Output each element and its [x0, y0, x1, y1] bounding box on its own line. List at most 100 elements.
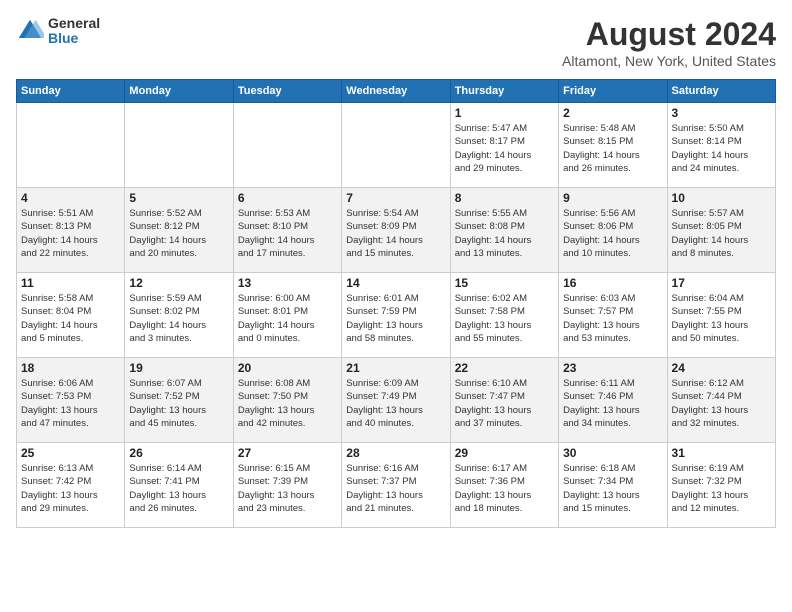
calendar-header: SundayMondayTuesdayWednesdayThursdayFrid…: [17, 80, 776, 103]
day-number: 12: [129, 276, 228, 290]
weekday-header-tuesday: Tuesday: [233, 80, 341, 103]
calendar-cell: 2Sunrise: 5:48 AM Sunset: 8:15 PM Daylig…: [559, 103, 667, 188]
calendar-cell: 17Sunrise: 6:04 AM Sunset: 7:55 PM Dayli…: [667, 273, 775, 358]
day-number: 19: [129, 361, 228, 375]
day-info: Sunrise: 6:11 AM Sunset: 7:46 PM Dayligh…: [563, 377, 662, 430]
day-number: 8: [455, 191, 554, 205]
logo-text: General Blue: [48, 16, 100, 47]
page-header: General Blue August 2024 Altamont, New Y…: [16, 16, 776, 69]
calendar-cell: 3 Sunrise: 5:50 AM Sunset: 8:14 PM Daylig…: [667, 103, 775, 188]
day-number: 16: [563, 276, 662, 290]
day-number: 6: [238, 191, 337, 205]
day-info: Sunrise: 5:48 AM Sunset: 8:15 PM Dayligh…: [563, 122, 662, 175]
day-info: Sunrise: 6:19 AM Sunset: 7:32 PM Dayligh…: [672, 462, 771, 515]
day-info: Sunrise: 5:57 AM Sunset: 8:05 PM Dayligh…: [672, 207, 771, 260]
day-number: 10: [672, 191, 771, 205]
calendar-cell: [17, 103, 125, 188]
day-info: Sunrise: 6:14 AM Sunset: 7:41 PM Dayligh…: [129, 462, 228, 515]
day-info: Sunrise: 6:01 AM Sunset: 7:59 PM Dayligh…: [346, 292, 445, 345]
calendar-cell: 30Sunrise: 6:18 AM Sunset: 7:34 PM Dayli…: [559, 443, 667, 528]
day-info: Sunrise: 6:06 AM Sunset: 7:53 PM Dayligh…: [21, 377, 120, 430]
week-row-4: 18 Sunrise: 6:06 AM Sunset: 7:53 PM Dayli…: [17, 358, 776, 443]
weekday-header-row: SundayMondayTuesdayWednesdayThursdayFrid…: [17, 80, 776, 103]
day-info: Sunrise: 5:53 AM Sunset: 8:10 PM Dayligh…: [238, 207, 337, 260]
calendar-cell: 10 Sunrise: 5:57 AM Sunset: 8:05 PM Dayli…: [667, 188, 775, 273]
day-number: 30: [563, 446, 662, 460]
calendar-cell: [125, 103, 233, 188]
day-info: Sunrise: 5:58 AM Sunset: 8:04 PM Dayligh…: [21, 292, 120, 345]
calendar-cell: 19 Sunrise: 6:07 AM Sunset: 7:52 PM Dayli…: [125, 358, 233, 443]
day-number: 20: [238, 361, 337, 375]
calendar-cell: 29 Sunrise: 6:17 AM Sunset: 7:36 PM Dayli…: [450, 443, 558, 528]
week-row-1: 1 Sunrise: 5:47 AM Sunset: 8:17 PM Daylig…: [17, 103, 776, 188]
main-title: August 2024: [562, 16, 776, 53]
calendar-cell: 9 Sunrise: 5:56 AM Sunset: 8:06 PM Daylig…: [559, 188, 667, 273]
day-info: Sunrise: 6:17 AM Sunset: 7:36 PM Dayligh…: [455, 462, 554, 515]
day-number: 7: [346, 191, 445, 205]
day-number: 3: [672, 106, 771, 120]
day-number: 15: [455, 276, 554, 290]
calendar-cell: 27Sunrise: 6:15 AM Sunset: 7:39 PM Dayli…: [233, 443, 341, 528]
day-number: 25: [21, 446, 120, 460]
day-number: 31: [672, 446, 771, 460]
day-number: 27: [238, 446, 337, 460]
day-info: Sunrise: 5:56 AM Sunset: 8:06 PM Dayligh…: [563, 207, 662, 260]
day-info: Sunrise: 5:47 AM Sunset: 8:17 PM Dayligh…: [455, 122, 554, 175]
day-number: 4: [21, 191, 120, 205]
day-number: 13: [238, 276, 337, 290]
subtitle: Altamont, New York, United States: [562, 53, 776, 69]
weekday-header-saturday: Saturday: [667, 80, 775, 103]
logo-icon: [16, 17, 44, 45]
day-number: 22: [455, 361, 554, 375]
title-block: August 2024 Altamont, New York, United S…: [562, 16, 776, 69]
calendar-cell: 20 Sunrise: 6:08 AM Sunset: 7:50 PM Dayli…: [233, 358, 341, 443]
day-number: 21: [346, 361, 445, 375]
calendar-cell: 23 Sunrise: 6:11 AM Sunset: 7:46 PM Dayli…: [559, 358, 667, 443]
week-row-5: 25 Sunrise: 6:13 AM Sunset: 7:42 PM Dayli…: [17, 443, 776, 528]
day-number: 23: [563, 361, 662, 375]
calendar-cell: 21 Sunrise: 6:09 AM Sunset: 7:49 PM Dayli…: [342, 358, 450, 443]
day-number: 29: [455, 446, 554, 460]
day-info: Sunrise: 5:51 AM Sunset: 8:13 PM Dayligh…: [21, 207, 120, 260]
calendar-cell: 15 Sunrise: 6:02 AM Sunset: 7:58 PM Dayli…: [450, 273, 558, 358]
calendar-cell: 18 Sunrise: 6:06 AM Sunset: 7:53 PM Dayli…: [17, 358, 125, 443]
day-info: Sunrise: 6:13 AM Sunset: 7:42 PM Dayligh…: [21, 462, 120, 515]
day-info: Sunrise: 6:00 AM Sunset: 8:01 PM Dayligh…: [238, 292, 337, 345]
day-info: Sunrise: 6:07 AM Sunset: 7:52 PM Dayligh…: [129, 377, 228, 430]
day-number: 5: [129, 191, 228, 205]
day-number: 9: [563, 191, 662, 205]
calendar-cell: 5 Sunrise: 5:52 AM Sunset: 8:12 PM Daylig…: [125, 188, 233, 273]
logo-general-text: General: [48, 16, 100, 31]
week-row-2: 4 Sunrise: 5:51 AM Sunset: 8:13 PM Daylig…: [17, 188, 776, 273]
calendar-cell: 22 Sunrise: 6:10 AM Sunset: 7:47 PM Dayli…: [450, 358, 558, 443]
calendar-cell: 8 Sunrise: 5:55 AM Sunset: 8:08 PM Daylig…: [450, 188, 558, 273]
day-number: 24: [672, 361, 771, 375]
day-info: Sunrise: 5:52 AM Sunset: 8:12 PM Dayligh…: [129, 207, 228, 260]
calendar-cell: [342, 103, 450, 188]
day-info: Sunrise: 5:50 AM Sunset: 8:14 PM Dayligh…: [672, 122, 771, 175]
calendar-cell: 14 Sunrise: 6:01 AM Sunset: 7:59 PM Dayli…: [342, 273, 450, 358]
logo-blue-text: Blue: [48, 31, 100, 46]
weekday-header-sunday: Sunday: [17, 80, 125, 103]
day-info: Sunrise: 6:02 AM Sunset: 7:58 PM Dayligh…: [455, 292, 554, 345]
calendar-cell: 11Sunrise: 5:58 AM Sunset: 8:04 PM Dayli…: [17, 273, 125, 358]
calendar-cell: 4 Sunrise: 5:51 AM Sunset: 8:13 PM Daylig…: [17, 188, 125, 273]
day-number: 26: [129, 446, 228, 460]
weekday-header-wednesday: Wednesday: [342, 80, 450, 103]
day-info: Sunrise: 6:10 AM Sunset: 7:47 PM Dayligh…: [455, 377, 554, 430]
day-info: Sunrise: 5:55 AM Sunset: 8:08 PM Dayligh…: [455, 207, 554, 260]
day-number: 1: [455, 106, 554, 120]
day-info: Sunrise: 6:16 AM Sunset: 7:37 PM Dayligh…: [346, 462, 445, 515]
calendar-cell: 26 Sunrise: 6:14 AM Sunset: 7:41 PM Dayli…: [125, 443, 233, 528]
logo: General Blue: [16, 16, 100, 47]
day-info: Sunrise: 6:08 AM Sunset: 7:50 PM Dayligh…: [238, 377, 337, 430]
week-row-3: 11Sunrise: 5:58 AM Sunset: 8:04 PM Dayli…: [17, 273, 776, 358]
calendar-cell: 1 Sunrise: 5:47 AM Sunset: 8:17 PM Daylig…: [450, 103, 558, 188]
day-info: Sunrise: 6:09 AM Sunset: 7:49 PM Dayligh…: [346, 377, 445, 430]
day-number: 28: [346, 446, 445, 460]
day-info: Sunrise: 6:04 AM Sunset: 7:55 PM Dayligh…: [672, 292, 771, 345]
calendar-cell: 24Sunrise: 6:12 AM Sunset: 7:44 PM Dayli…: [667, 358, 775, 443]
day-number: 18: [21, 361, 120, 375]
calendar-cell: 6 Sunrise: 5:53 AM Sunset: 8:10 PM Daylig…: [233, 188, 341, 273]
day-number: 14: [346, 276, 445, 290]
